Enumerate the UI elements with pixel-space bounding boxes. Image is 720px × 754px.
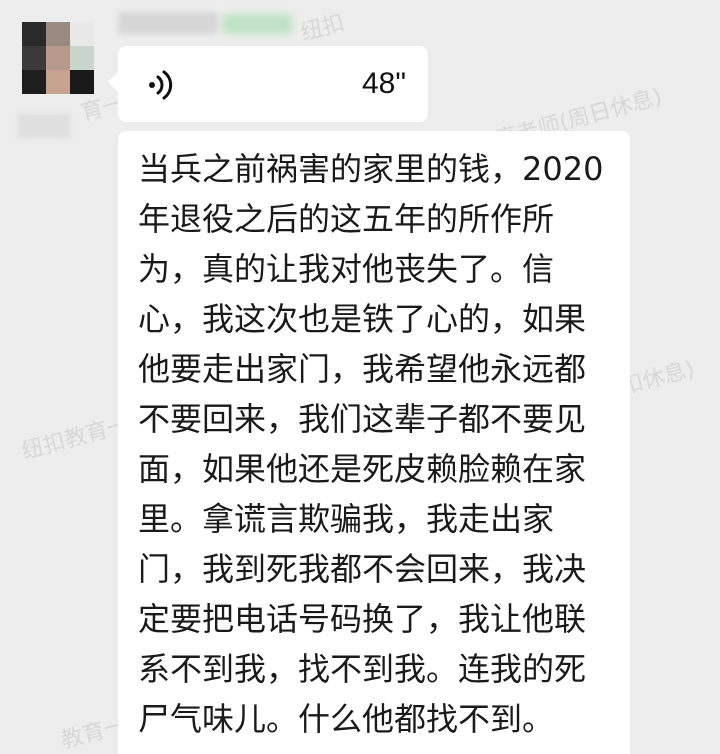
avatar[interactable]	[22, 22, 94, 94]
message-line: 为，真的让我对他丧失了。信	[138, 250, 555, 288]
message-line: 门，我到死我都不会回来，我决	[138, 550, 587, 588]
voice-duration: 48"	[361, 67, 406, 100]
voice-wave-icon	[149, 70, 173, 100]
message-line: 定要把电话号码换了，我让他联	[138, 600, 587, 638]
sender-name-blurred	[118, 12, 218, 34]
watermark: 纽扣教育一	[19, 412, 133, 465]
sender-tag-blurred	[222, 14, 292, 34]
message-line: 里。拿谎言欺骗我，我走出家	[138, 500, 555, 538]
side-label-blurred	[18, 114, 70, 138]
text-message-bubble[interactable]: 当兵之前祸害的家里的钱，2020 年退役之后的这五年的所作所 为，真的让我对他丧…	[118, 131, 630, 754]
message-line: 年退役之后的这五年的所作所	[138, 200, 555, 238]
message-line: 当兵之前祸害的家里的钱，2020	[138, 150, 604, 188]
watermark: 纽扣	[298, 10, 348, 47]
message-line: 他要走出家门，我希望他永远都	[138, 350, 587, 388]
message-line: 面，如果他还是死皮赖脸赖在家	[138, 450, 587, 488]
message-line: 系不到我，找不到我。连我的死	[138, 650, 587, 688]
message-line: 心，我这次也是铁了心的，如果	[138, 300, 587, 338]
message-line: 尸气味儿。什么他都找不到。	[138, 700, 555, 738]
voice-message-bubble[interactable]: 48"	[108, 46, 428, 122]
message-line: 不要回来，我们这辈子都不要见	[138, 400, 587, 438]
chat-screen: 纽扣 育一 育-黄小真老师(周日休息) 纽扣教育一 扣休息) 教育一 48" 当…	[0, 0, 720, 754]
